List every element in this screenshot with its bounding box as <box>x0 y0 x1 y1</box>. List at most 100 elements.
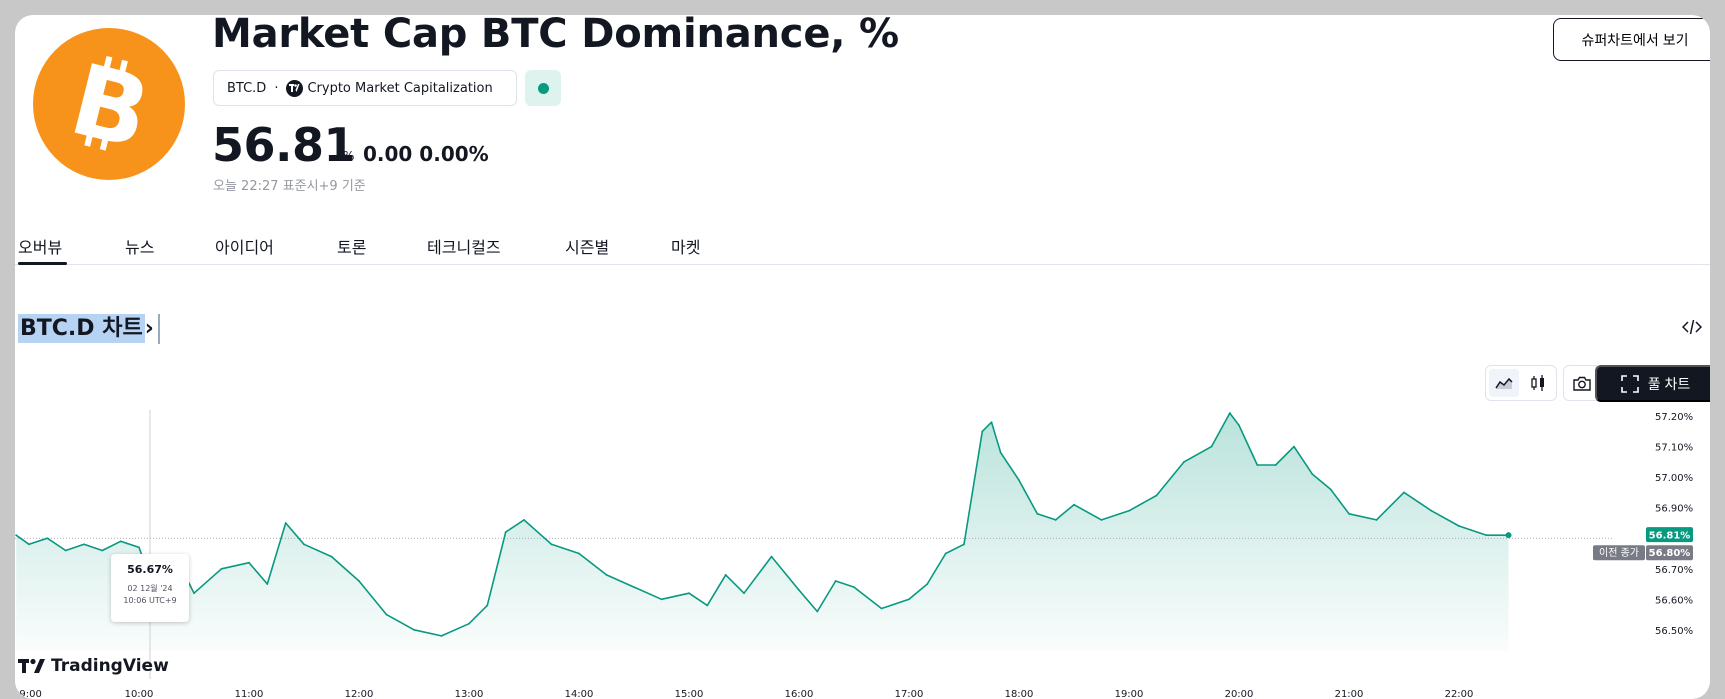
data-source-name: Crypto Market Capitalization <box>307 80 493 96</box>
x-tick-label: 13:00 <box>455 689 484 699</box>
data-point <box>1430 509 1433 512</box>
tab-seasonals[interactable]: 시즌별 <box>565 234 609 258</box>
series-area-fill <box>16 413 1509 651</box>
x-tick-label: 14:00 <box>565 689 594 699</box>
data-point <box>926 583 929 585</box>
data-point <box>1100 519 1103 521</box>
tradingview-brand: TradingView <box>18 656 169 676</box>
tab-markets[interactable]: 마켓 <box>671 234 700 258</box>
candlestick-chart-icon[interactable] <box>1523 369 1553 397</box>
page-card: B Market Cap BTC Dominance, % 슈퍼차트에서 보기 … <box>15 15 1710 699</box>
camera-snapshot-icon[interactable] <box>1567 369 1597 397</box>
chart-style-group <box>1485 365 1557 401</box>
x-tick-label: 12:00 <box>345 689 374 699</box>
x-tick-label: 20:00 <box>1225 689 1254 699</box>
data-point <box>413 628 415 631</box>
data-point <box>633 586 635 588</box>
data-point <box>440 635 443 637</box>
data-point <box>816 610 819 613</box>
data-point <box>724 573 727 576</box>
y-tick-label: 57.00% <box>1655 473 1693 484</box>
data-point <box>193 592 195 595</box>
data-point <box>990 421 993 424</box>
data-point <box>15 534 18 537</box>
symbol-ticker: BTC.D <box>227 80 267 96</box>
data-point <box>1274 464 1277 466</box>
tradingview-mini-icon <box>286 79 304 97</box>
data-point <box>1183 461 1185 463</box>
data-point <box>46 537 49 540</box>
data-point <box>550 543 553 546</box>
embed-code-icon[interactable] <box>1680 315 1704 339</box>
data-point <box>1293 445 1295 448</box>
data-point <box>688 592 690 595</box>
open-supercharts-button[interactable]: 슈퍼차트에서 보기 <box>1553 18 1710 61</box>
data-point <box>101 549 104 552</box>
data-point <box>1210 445 1213 448</box>
separator-dot: · <box>274 80 279 96</box>
data-point <box>468 622 470 625</box>
data-point <box>64 549 67 552</box>
x-tick-label: 11:00 <box>235 689 264 699</box>
x-tick-label: 19:00 <box>1115 689 1144 699</box>
chevron-right-icon: › <box>144 316 154 341</box>
tab-discussion[interactable]: 토론 <box>337 234 366 258</box>
x-tick-label: 18:00 <box>1005 689 1034 699</box>
data-point <box>1329 488 1332 491</box>
data-point <box>578 552 580 555</box>
last-price-dot <box>1505 532 1512 539</box>
crosshair-tooltip: 56.67% 02 12월 '24 10:06 UTC+9 <box>111 554 189 622</box>
data-point <box>523 519 525 521</box>
price-unit: % <box>343 149 355 163</box>
data-point <box>908 598 910 601</box>
data-point <box>706 604 709 607</box>
data-point <box>1238 424 1240 427</box>
y-tick-label: 56.70% <box>1655 565 1693 576</box>
market-status-button[interactable] <box>525 70 561 106</box>
data-point <box>83 543 85 546</box>
chart-heading-text: BTC.D 차트 <box>18 314 145 343</box>
tab-technicals[interactable]: 테크니컬즈 <box>427 234 501 258</box>
data-point <box>963 543 965 546</box>
x-tick-label: 22:00 <box>1445 689 1474 699</box>
price-timestamp: 오늘 22:27 표준시+9 기준 <box>213 179 366 194</box>
tab-ideas[interactable]: 아이디어 <box>215 234 274 258</box>
x-tick-label: 17:00 <box>895 689 924 699</box>
data-point <box>1403 491 1405 494</box>
data-point <box>330 555 333 558</box>
data-point <box>1311 473 1314 476</box>
tab-news[interactable]: 뉴스 <box>125 234 154 258</box>
data-point <box>1018 479 1020 482</box>
data-point <box>138 546 140 549</box>
market-open-dot-icon <box>537 82 549 94</box>
tooltip-date: 02 12월 '24 <box>127 584 173 593</box>
fullscreen-icon <box>1620 374 1639 393</box>
x-tick-label: 09:00 <box>15 689 42 699</box>
tab-overview[interactable]: 오버뷰 <box>18 234 62 258</box>
tooltip-value: 56.67% <box>127 563 173 576</box>
tab-bar: 오버뷰 뉴스 아이디어 토론 테크니컬즈 시즌별 마켓 <box>15 223 1710 265</box>
data-point <box>770 555 773 558</box>
data-point <box>880 607 883 610</box>
price-chart[interactable]: 57.20% 57.10% 57.00% 56.90% 56.80% 56.70% 56.6… <box>15 410 1710 699</box>
symbol-pill[interactable]: BTC.D · Crypto Market Capitalization <box>213 70 517 106</box>
data-point <box>1485 534 1488 537</box>
data-point <box>504 531 507 534</box>
data-point <box>220 567 223 570</box>
tooltip-time: 10:06 UTC+9 <box>123 596 177 605</box>
full-chart-button[interactable]: 풀 차트 <box>1595 365 1710 402</box>
chart-section-heading[interactable]: BTC.D 차트› <box>18 310 160 344</box>
current-price-label: 56.81% <box>1649 531 1691 542</box>
data-point <box>248 561 250 564</box>
data-point <box>798 589 800 592</box>
x-tick-label: 15:00 <box>675 689 704 699</box>
data-point <box>853 586 855 588</box>
data-point <box>660 598 663 601</box>
data-point <box>1228 412 1231 414</box>
data-point <box>1036 512 1039 515</box>
data-point <box>605 573 608 576</box>
data-point <box>981 430 984 433</box>
area-chart-icon[interactable] <box>1489 369 1519 397</box>
y-tick-label: 57.10% <box>1655 443 1693 454</box>
data-point <box>999 451 1002 454</box>
